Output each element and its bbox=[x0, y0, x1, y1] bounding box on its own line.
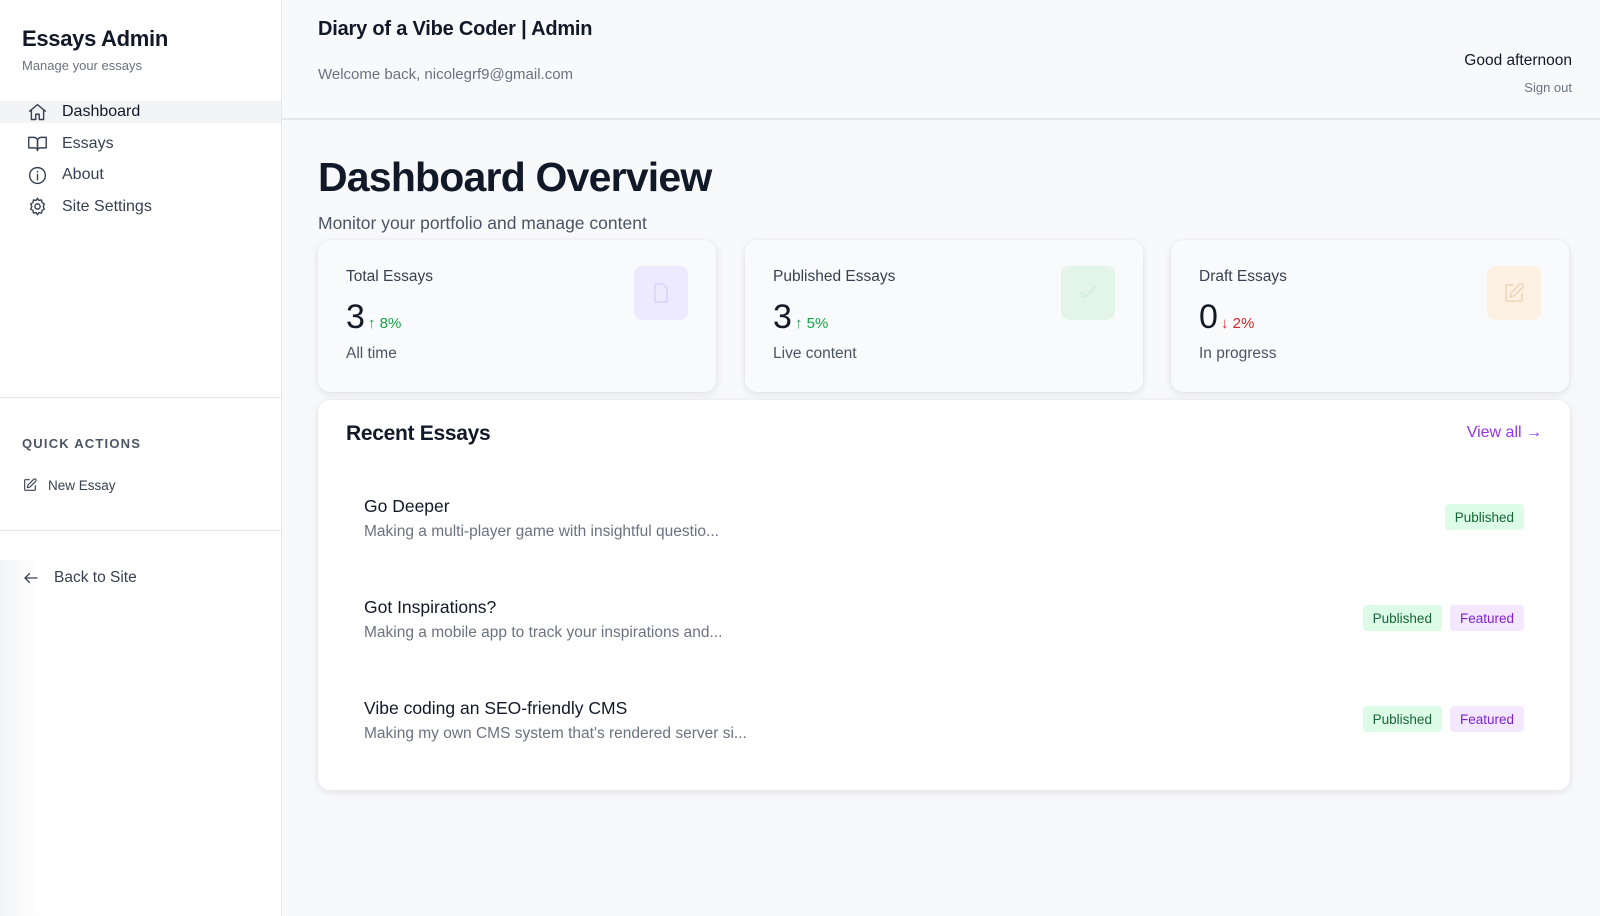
edit-icon bbox=[1487, 266, 1541, 320]
greeting-text: Good afternoon bbox=[1464, 52, 1572, 69]
sidebar-item-label: About bbox=[62, 166, 104, 184]
stat-footnote: Live content bbox=[773, 345, 857, 362]
sidebar-divider bbox=[0, 397, 281, 398]
essay-title[interactable]: Vibe coding an SEO-friendly CMS bbox=[364, 698, 627, 719]
sidebar-item-about[interactable]: About bbox=[0, 164, 281, 186]
gear-icon bbox=[26, 196, 48, 218]
stat-trend: ↑ 5% bbox=[795, 315, 829, 332]
page-title: Dashboard Overview bbox=[318, 154, 712, 200]
back-to-site-link[interactable]: Back to Site bbox=[22, 569, 137, 587]
sidebar-item-label: Essays bbox=[62, 134, 114, 152]
stat-label: Published Essays bbox=[773, 268, 896, 285]
featured-badge: Featured bbox=[1449, 605, 1524, 631]
site-title: Diary of a Vibe Coder | Admin bbox=[318, 18, 593, 40]
essay-title[interactable]: Got Inspirations? bbox=[364, 597, 496, 618]
stat-label: Draft Essays bbox=[1199, 268, 1287, 285]
status-badge: Published bbox=[1362, 605, 1442, 631]
sidebar-item-essays[interactable]: Essays bbox=[0, 133, 281, 155]
stat-value: 0 bbox=[1199, 298, 1218, 336]
essay-excerpt: Making my own CMS system that's rendered… bbox=[364, 725, 747, 742]
status-badge: Published bbox=[1362, 706, 1442, 732]
recent-essays-title: Recent Essays bbox=[346, 422, 491, 445]
top-header: Diary of a Vibe Coder | Admin Welcome ba… bbox=[282, 0, 1600, 120]
essay-row[interactable]: Got Inspirations? Making a mobile app to… bbox=[364, 597, 1524, 653]
essay-excerpt: Making a mobile app to track your inspir… bbox=[364, 624, 723, 641]
stat-footnote: In progress bbox=[1199, 345, 1277, 362]
view-all-link[interactable]: View all → bbox=[1467, 424, 1542, 442]
brand-subtitle: Manage your essays bbox=[22, 58, 142, 73]
book-icon bbox=[26, 133, 48, 155]
sidebar: Essays Admin Manage your essays Dashboar… bbox=[0, 0, 282, 916]
sidebar-item-site-settings[interactable]: Site Settings bbox=[0, 196, 281, 218]
stat-trend: ↑ 8% bbox=[368, 315, 402, 332]
essay-title[interactable]: Go Deeper bbox=[364, 496, 450, 517]
sidebar-item-label: Dashboard bbox=[62, 103, 141, 120]
stat-value: 3 bbox=[773, 298, 792, 336]
quick-actions-title: QUICK ACTIONS bbox=[22, 436, 142, 451]
essay-row[interactable]: Vibe coding an SEO-friendly CMS Making m… bbox=[364, 698, 1524, 754]
page-subtitle: Monitor your portfolio and manage conten… bbox=[318, 213, 647, 233]
home-icon bbox=[26, 101, 48, 123]
edit-icon bbox=[24, 478, 37, 491]
welcome-text: Welcome back, nicolegrf9@gmail.com bbox=[318, 66, 574, 83]
sign-out-link[interactable]: Sign out bbox=[1524, 80, 1572, 95]
sidebar-item-label: Site Settings bbox=[62, 197, 152, 215]
document-icon bbox=[634, 266, 688, 320]
recent-essays-card: Recent Essays View all → Go Deeper Makin… bbox=[318, 400, 1570, 790]
new-essay-label: New Essay bbox=[48, 477, 116, 493]
check-icon bbox=[1061, 266, 1115, 320]
featured-badge: Featured bbox=[1449, 706, 1524, 732]
stat-card-drafts: Draft Essays 0 ↓ 2% In progress bbox=[1171, 240, 1569, 392]
essay-badges: Published bbox=[1444, 504, 1524, 530]
essay-badges: Published Featured bbox=[1362, 706, 1524, 732]
stat-card-published: Published Essays 3 ↑ 5% Live content bbox=[745, 240, 1143, 392]
info-icon bbox=[26, 164, 48, 186]
back-to-site-label: Back to Site bbox=[54, 569, 137, 586]
essay-excerpt: Making a multi-player game with insightf… bbox=[364, 523, 719, 540]
stat-footnote: All time bbox=[346, 345, 397, 362]
sidebar-nav: Dashboard Essays About Site Settings bbox=[0, 101, 281, 227]
essay-badges: Published Featured bbox=[1362, 605, 1524, 631]
sidebar-divider bbox=[0, 530, 281, 531]
stat-card-total: Total Essays 3 ↑ 8% All time bbox=[318, 240, 716, 392]
stat-label: Total Essays bbox=[346, 268, 434, 285]
arrow-left-icon bbox=[24, 572, 38, 584]
status-badge: Published bbox=[1444, 504, 1524, 530]
stat-value: 3 bbox=[346, 298, 365, 336]
sidebar-item-dashboard[interactable]: Dashboard bbox=[0, 101, 281, 123]
new-essay-button[interactable]: New Essay bbox=[22, 477, 116, 493]
brand-title: Essays Admin bbox=[22, 26, 168, 51]
essay-row[interactable]: Go Deeper Making a multi-player game wit… bbox=[364, 496, 1524, 552]
stat-trend: ↓ 2% bbox=[1221, 315, 1255, 332]
